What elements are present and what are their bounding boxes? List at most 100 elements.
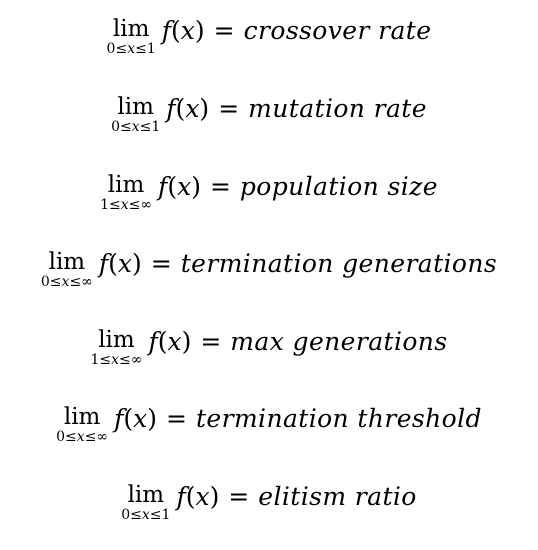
range-relation-1: ≤ (109, 197, 121, 213)
equation-expression: f(x) = mutation rate (166, 94, 427, 124)
range-relation-2: ≤ (135, 41, 147, 57)
limit-label: lim (117, 94, 154, 120)
equals-sign: = (166, 404, 187, 433)
range-lower: 0 (56, 429, 66, 445)
limit-label: lim (127, 482, 165, 508)
range-variable: x (127, 41, 136, 57)
function-variable: x (185, 94, 200, 123)
limit-label: lim (48, 249, 86, 275)
limit-range: 0≤x≤∞ (41, 274, 93, 290)
limit-range: 0≤x≤∞ (56, 429, 108, 445)
equation-expression: f(x) = termination generations (99, 249, 497, 279)
limit-range: 0≤x≤1 (121, 507, 170, 523)
limit-operator: lim 0≤x≤1 (111, 94, 160, 135)
equals-sign: = (200, 327, 222, 356)
function-name: f (166, 94, 176, 123)
equation-crossover-rate: lim 0≤x≤1 f(x) = crossover rate (0, 16, 538, 57)
limit-range: 1≤x≤∞ (100, 197, 152, 213)
limit-range: 0≤x≤1 (111, 119, 160, 135)
limit-label: lim (63, 404, 101, 430)
range-upper: ∞ (81, 274, 93, 290)
equation-expression: f(x) = crossover rate (162, 16, 432, 46)
close-paren: ) (194, 16, 205, 45)
function-name: f (161, 16, 172, 45)
equation-expression: f(x) = elitism ratio (176, 482, 416, 512)
close-paren: ) (131, 249, 142, 278)
limit-label: lim (107, 172, 145, 198)
open-paren: ( (175, 94, 186, 123)
parameter-name: mutation rate (248, 94, 427, 123)
function-name: f (158, 172, 168, 201)
range-relation-1: ≤ (49, 274, 62, 290)
equation-elitism-ratio: lim 0≤x≤1 f(x) = elitism ratio (0, 482, 538, 523)
equation-list: lim 0≤x≤1 f(x) = crossover rate lim 0≤x≤1 … (0, 0, 538, 550)
function-name: f (98, 249, 109, 278)
range-lower: 0 (121, 507, 131, 523)
open-paren: ( (108, 249, 118, 278)
range-relation-2: ≤ (84, 429, 97, 445)
equation-expression: f(x) = termination threshold (114, 404, 482, 434)
range-upper: 1 (161, 507, 171, 523)
parameter-name: termination threshold (195, 404, 482, 433)
parameter-name: population size (239, 172, 438, 201)
limit-operator: lim 0≤x≤1 (121, 482, 170, 523)
close-paren: ) (191, 172, 201, 201)
range-variable: x (131, 119, 140, 135)
equals-sign: = (228, 482, 250, 511)
range-relation-1: ≤ (65, 429, 77, 445)
close-paren: ) (147, 404, 157, 433)
limit-range: 1≤x≤∞ (90, 352, 142, 368)
limit-range: 0≤x≤1 (107, 41, 156, 57)
limit-label: lim (112, 16, 150, 42)
range-relation-2: ≤ (69, 274, 82, 290)
parameter-name: crossover rate (243, 16, 432, 45)
parameter-name: elitism ratio (258, 482, 417, 511)
limit-operator: lim 1≤x≤∞ (90, 327, 142, 368)
range-upper: ∞ (130, 352, 143, 368)
range-upper: ∞ (140, 197, 153, 213)
close-paren: ) (209, 482, 220, 511)
range-upper: ∞ (96, 429, 109, 445)
limit-operator: lim 0≤x≤∞ (56, 404, 108, 445)
equals-sign: = (150, 249, 172, 278)
range-variable: x (141, 507, 150, 523)
range-lower: 1 (100, 197, 109, 213)
range-upper: 1 (146, 41, 156, 57)
function-name: f (148, 327, 158, 356)
parameter-name: termination generations (180, 249, 498, 278)
range-relation-1: ≤ (115, 41, 128, 57)
limit-operator: lim 0≤x≤∞ (41, 249, 93, 290)
range-relation-1: ≤ (130, 507, 142, 523)
range-relation-1: ≤ (99, 352, 112, 368)
equation-expression: f(x) = max generations (148, 327, 447, 357)
open-paren: ( (171, 16, 181, 45)
limit-operator: lim 0≤x≤1 (107, 16, 156, 57)
range-lower: 0 (111, 119, 120, 135)
range-variable: x (76, 429, 85, 445)
equation-termination-threshold: lim 0≤x≤∞ f(x) = termination threshold (0, 404, 538, 445)
open-paren: ( (185, 482, 196, 511)
function-variable: x (195, 482, 210, 511)
range-relation-2: ≤ (119, 352, 131, 368)
equals-sign: = (209, 172, 231, 201)
equation-population-size: lim 1≤x≤∞ f(x) = population size (0, 172, 538, 213)
equation-termination-generations: lim 0≤x≤∞ f(x) = termination generations (0, 249, 538, 290)
range-variable: x (120, 197, 129, 213)
range-lower: 0 (40, 274, 50, 290)
close-paren: ) (199, 94, 210, 123)
open-paren: ( (157, 327, 168, 356)
equation-max-generations: lim 1≤x≤∞ f(x) = max generations (0, 327, 538, 368)
close-paren: ) (181, 327, 192, 356)
function-variable: x (177, 172, 192, 201)
range-relation-2: ≤ (139, 119, 152, 135)
range-relation-2: ≤ (149, 507, 162, 523)
function-variable: x (117, 249, 132, 278)
range-relation-2: ≤ (128, 197, 141, 213)
range-relation-1: ≤ (119, 119, 132, 135)
limit-label: lim (98, 327, 135, 353)
open-paren: ( (123, 404, 134, 433)
function-name: f (176, 482, 186, 511)
limit-operator: lim 1≤x≤∞ (100, 172, 152, 213)
open-paren: ( (167, 172, 178, 201)
function-variable: x (167, 327, 182, 356)
